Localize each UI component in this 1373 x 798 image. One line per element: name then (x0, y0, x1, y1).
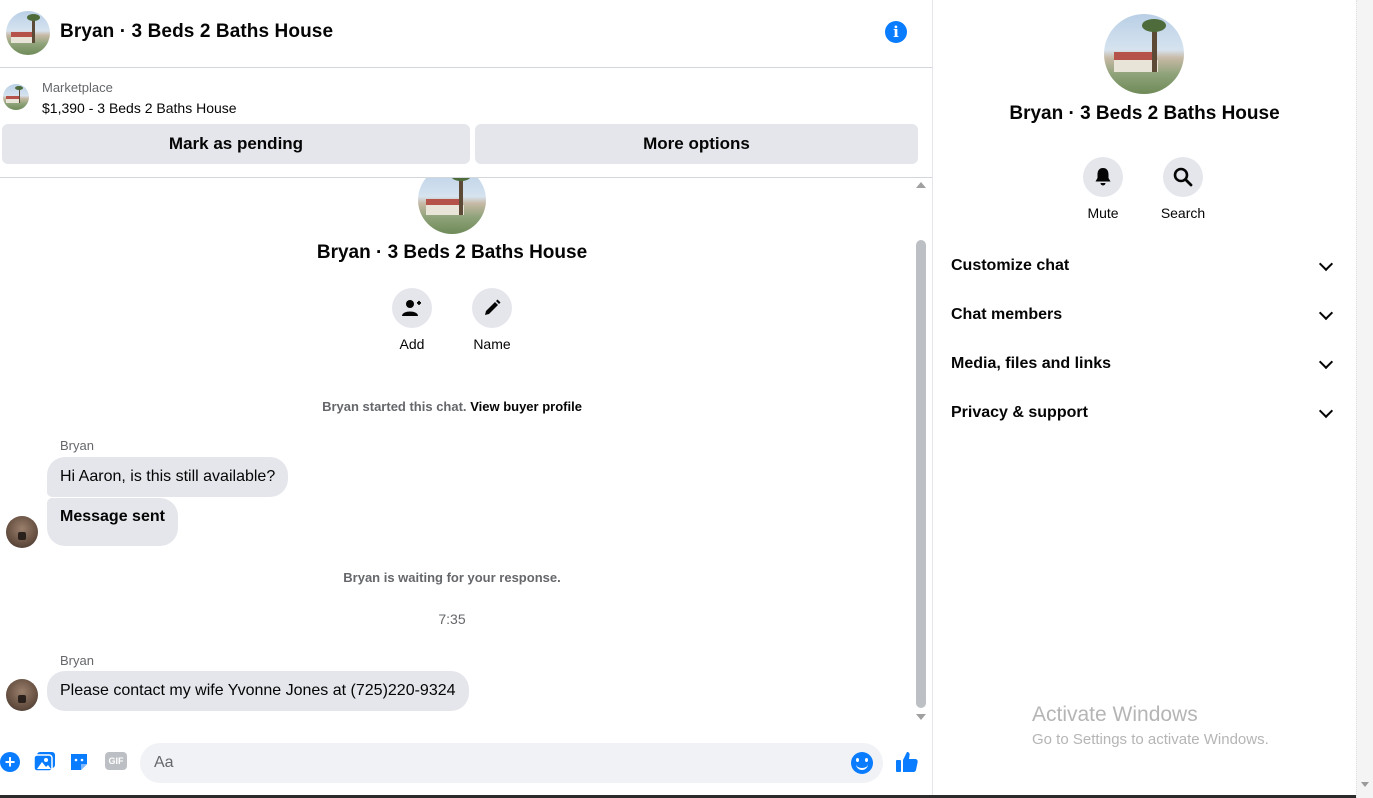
emoji-icon[interactable] (851, 752, 873, 774)
marketplace-bar: Marketplace $1,390 - 3 Beds 2 Baths Hous… (0, 68, 932, 178)
scroll-up-arrow-icon[interactable] (916, 182, 926, 188)
more-options-button[interactable]: More options (475, 124, 918, 164)
listing-thumbnail[interactable] (3, 84, 29, 110)
chevron-down-icon (1318, 354, 1334, 369)
message-bubble[interactable]: Message sent (47, 498, 178, 546)
mute-action[interactable]: Mute (1063, 157, 1143, 221)
view-buyer-profile-link[interactable]: View buyer profile (470, 399, 582, 414)
message-input[interactable] (140, 743, 883, 783)
waiting-note: Bryan is waiting for your response. (343, 570, 561, 585)
details-panel: Bryan · 3 Beds 2 Baths House Mute Search… (933, 0, 1356, 798)
search-icon[interactable] (1163, 157, 1203, 197)
search-label: Search (1160, 205, 1206, 221)
watermark-title: Activate Windows (1032, 703, 1198, 726)
message-composer: + GIF (0, 736, 932, 792)
mark-as-pending-button[interactable]: Mark as pending (2, 124, 470, 164)
message-thread[interactable]: Bryan · 3 Beds 2 Baths House Add Name Br… (0, 178, 912, 726)
scroll-down-arrow-icon[interactable] (916, 714, 926, 720)
sticker-icon[interactable] (69, 752, 89, 777)
section-label: Customize chat (951, 257, 1070, 274)
chat-started-text: Bryan started this chat. (322, 399, 467, 414)
sender-name: Bryan (60, 653, 94, 668)
timestamp: 7:35 (438, 611, 466, 627)
section-label: Privacy & support (951, 404, 1088, 421)
window-scrollbar[interactable] (1356, 0, 1373, 798)
plus-icon[interactable]: + (0, 752, 20, 772)
thread-avatar (418, 178, 486, 234)
info-icon[interactable]: i (885, 21, 907, 43)
photo-icon[interactable] (33, 752, 56, 777)
listing-price-title[interactable]: $1,390 - 3 Beds 2 Baths House (42, 100, 237, 116)
bell-icon[interactable] (1083, 157, 1123, 197)
activate-windows-watermark: Activate Windows Go to Settings to activ… (1032, 703, 1269, 748)
media-files-links-section[interactable]: Media, files and links (941, 342, 1347, 386)
chevron-down-icon (1318, 256, 1334, 271)
chevron-down-icon (1318, 305, 1334, 320)
message-bubble[interactable]: Please contact my wife Yvonne Jones at (… (47, 671, 469, 711)
details-title: Bryan · 3 Beds 2 Baths House (1009, 103, 1280, 124)
name-chat-action[interactable]: Name (452, 288, 532, 352)
name-label: Name (473, 336, 511, 352)
sender-avatar[interactable] (6, 679, 38, 711)
section-label: Media, files and links (951, 355, 1112, 372)
pencil-icon[interactable] (472, 288, 512, 328)
gif-icon[interactable]: GIF (105, 752, 127, 770)
chat-members-section[interactable]: Chat members (941, 293, 1347, 337)
marketplace-label: Marketplace (42, 80, 113, 95)
thread-title: Bryan · 3 Beds 2 Baths House (316, 242, 588, 263)
details-avatar[interactable] (1104, 14, 1184, 94)
scroll-down-arrow-icon[interactable] (1361, 782, 1369, 787)
add-person-icon[interactable] (392, 288, 432, 328)
conversation-title[interactable]: Bryan · 3 Beds 2 Baths House (60, 21, 333, 43)
thumbs-up-icon[interactable] (895, 750, 919, 779)
thread-scrollbar[interactable] (912, 178, 930, 726)
chevron-down-icon (1318, 403, 1334, 418)
scrollbar-thumb[interactable] (916, 240, 926, 708)
listing-avatar[interactable] (6, 11, 50, 55)
privacy-support-section[interactable]: Privacy & support (941, 391, 1347, 435)
sender-avatar[interactable] (6, 516, 38, 548)
mute-label: Mute (1087, 205, 1119, 221)
customize-chat-section[interactable]: Customize chat (941, 244, 1347, 288)
add-label: Add (399, 336, 425, 352)
add-people-action[interactable]: Add (372, 288, 452, 352)
conversation-pane: Bryan · 3 Beds 2 Baths House i Marketpla… (0, 0, 932, 798)
search-action[interactable]: Search (1143, 157, 1223, 221)
chat-started-note: Bryan started this chat. View buyer prof… (0, 399, 904, 414)
section-label: Chat members (951, 306, 1063, 323)
sender-name: Bryan (60, 438, 94, 453)
message-bubble[interactable]: Hi Aaron, is this still available? (47, 457, 289, 497)
watermark-subtitle: Go to Settings to activate Windows. (1032, 731, 1269, 748)
conversation-header: Bryan · 3 Beds 2 Baths House i (0, 0, 932, 68)
